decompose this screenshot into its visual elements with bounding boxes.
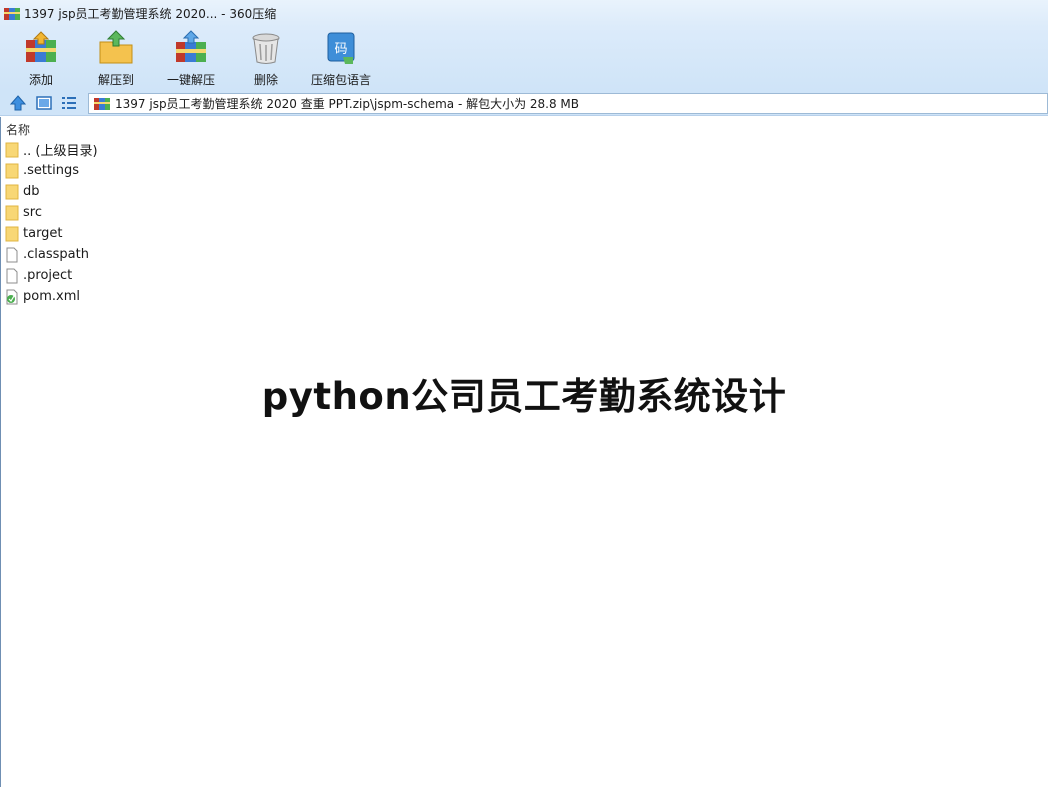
extract-to-icon: [99, 30, 133, 64]
zip-archive-icon: [94, 97, 110, 110]
add-archive-icon: [26, 31, 56, 62]
list-item-name: .classpath: [23, 247, 89, 262]
xml-file-icon: [6, 289, 18, 304]
thumbnail-view-icon[interactable]: [35, 94, 53, 112]
one-click-extract-icon: [176, 30, 206, 62]
window-title: 1397 jsp员工考勤管理系统 2020... - 360压缩: [24, 7, 277, 21]
delete-label: 删除: [253, 73, 278, 87]
list-item-src[interactable]: src: [5, 202, 42, 223]
delete-button[interactable]: 删除: [230, 27, 302, 89]
list-item-name: .. (上级目录): [23, 144, 98, 159]
list-item-db[interactable]: db: [5, 181, 40, 202]
folder-icon: [5, 205, 19, 220]
add-button[interactable]: 添加: [5, 27, 77, 89]
toolbar: 添加 解压到 一键解压 删除 码 压缩包语言: [0, 27, 1048, 90]
file-icon: [6, 247, 18, 262]
folder-icon: [5, 226, 19, 241]
up-arrow-icon[interactable]: [9, 94, 27, 112]
one-click-extract-button[interactable]: 一键解压: [155, 27, 227, 89]
title-bar: 1397 jsp员工考勤管理系统 2020... - 360压缩: [0, 0, 1048, 27]
extract-to-button[interactable]: 解压到: [80, 27, 152, 89]
address-row: 1397 jsp员工考勤管理系统 2020 查重 PPT.zip\jspm-sc…: [0, 90, 1048, 116]
archive-language-icon: 码: [327, 32, 355, 64]
svg-text:码: 码: [334, 42, 347, 57]
delete-bin-icon: [252, 33, 280, 64]
column-header-name[interactable]: 名称: [6, 121, 30, 138]
list-view-icon[interactable]: [60, 94, 78, 112]
archive-language-button[interactable]: 码 压缩包语言: [305, 27, 377, 89]
list-item-parent-directory[interactable]: .. (上级目录): [5, 139, 98, 160]
list-item-target[interactable]: target: [5, 223, 63, 244]
list-item-name: target: [23, 226, 63, 241]
file-icon: [6, 268, 18, 283]
app-logo-icon: [4, 7, 20, 20]
address-path: 1397 jsp员工考勤管理系统 2020 查重 PPT.zip\jspm-sc…: [115, 97, 580, 111]
file-list: 名称 .. (上级目录) .settings db src target .cl: [0, 117, 1048, 787]
one-click-extract-label: 一键解压: [166, 73, 215, 87]
list-item-name: .settings: [23, 163, 79, 178]
list-item-project[interactable]: .project: [5, 265, 72, 286]
folder-icon: [5, 163, 19, 178]
address-bar[interactable]: 1397 jsp员工考勤管理系统 2020 查重 PPT.zip\jspm-sc…: [88, 93, 1048, 114]
list-item-classpath[interactable]: .classpath: [5, 244, 89, 265]
add-label: 添加: [28, 73, 53, 87]
list-item-pom-xml[interactable]: pom.xml: [5, 286, 80, 307]
folder-icon: [5, 184, 19, 199]
list-item-name: src: [23, 205, 42, 220]
list-item-name: db: [23, 184, 40, 199]
archive-language-label: 压缩包语言: [310, 73, 371, 87]
overlay-title: python公司员工考勤系统设计: [261, 375, 787, 418]
extract-to-label: 解压到: [97, 73, 134, 87]
list-item-settings[interactable]: .settings: [5, 160, 79, 181]
list-item-name: pom.xml: [23, 289, 80, 304]
list-item-name: .project: [23, 268, 73, 283]
folder-icon: [5, 142, 19, 157]
